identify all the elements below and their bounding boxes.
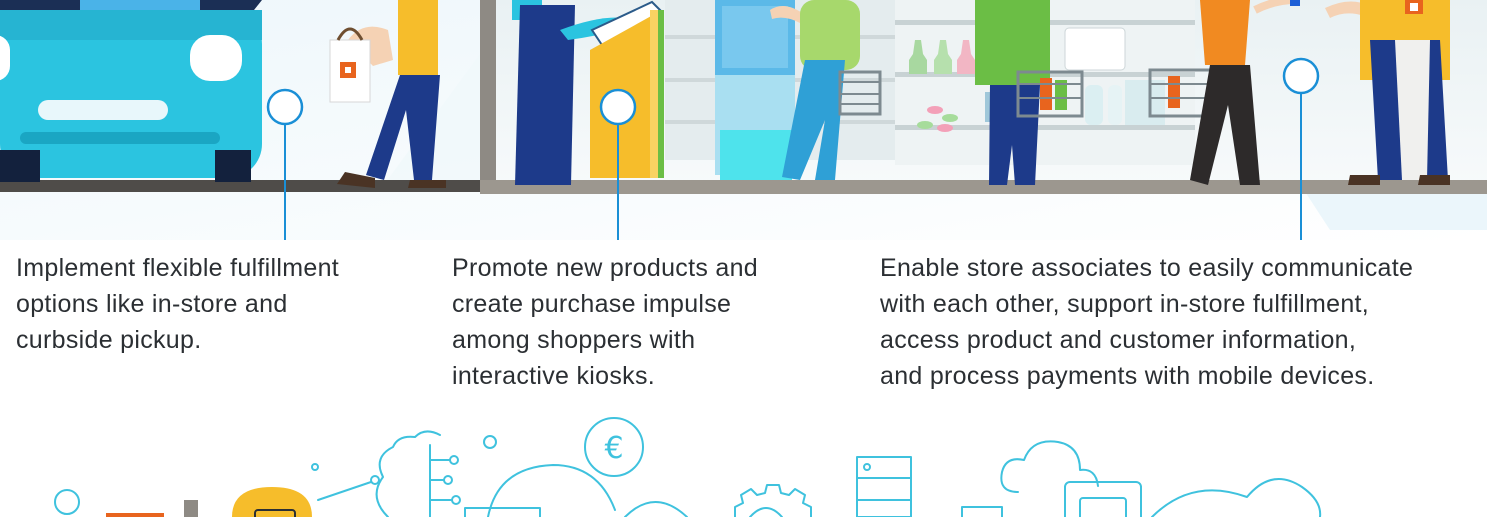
cloud-devices-icon <box>961 440 1322 517</box>
caption-kiosks: Promote new products and create purchase… <box>452 250 758 394</box>
pillar-accent <box>184 500 198 517</box>
server-rack-icon <box>856 456 912 517</box>
infographic: Implement flexible fulfillment options l… <box>0 0 1487 517</box>
arc-icon <box>624 501 688 517</box>
gear-icon <box>734 484 812 517</box>
store-floor <box>480 180 1487 194</box>
caption-line: with each other, support in-store fulfil… <box>880 290 1370 318</box>
caption-line: options like in-store and <box>16 290 288 318</box>
euro-icon: € <box>604 431 623 466</box>
caption-line: access product and customer information, <box>880 326 1357 354</box>
brain-circuit-icon <box>311 430 497 517</box>
bubble-icon <box>54 489 80 515</box>
retail-scene-illustration <box>0 0 1487 240</box>
caption-line: Enable store associates to easily commun… <box>880 254 1414 282</box>
caption-line: curbside pickup. <box>16 326 202 354</box>
caption-store-associates: Enable store associates to easily commun… <box>880 250 1413 394</box>
caption-fulfillment: Implement flexible fulfillment options l… <box>16 250 339 358</box>
car-illustration <box>0 0 262 182</box>
payment-monitor-icon <box>464 417 644 517</box>
yellow-device-icon <box>232 487 312 517</box>
caption-line: create purchase impulse <box>452 290 732 318</box>
caption-line: among shoppers with <box>452 326 696 354</box>
caption-line: Implement flexible fulfillment <box>16 254 340 282</box>
brand-accent-bar <box>106 513 164 517</box>
caption-line: interactive kiosks. <box>452 362 655 390</box>
caption-line: and process payments with mobile devices… <box>880 362 1375 390</box>
caption-line: Promote new products and <box>452 254 758 282</box>
